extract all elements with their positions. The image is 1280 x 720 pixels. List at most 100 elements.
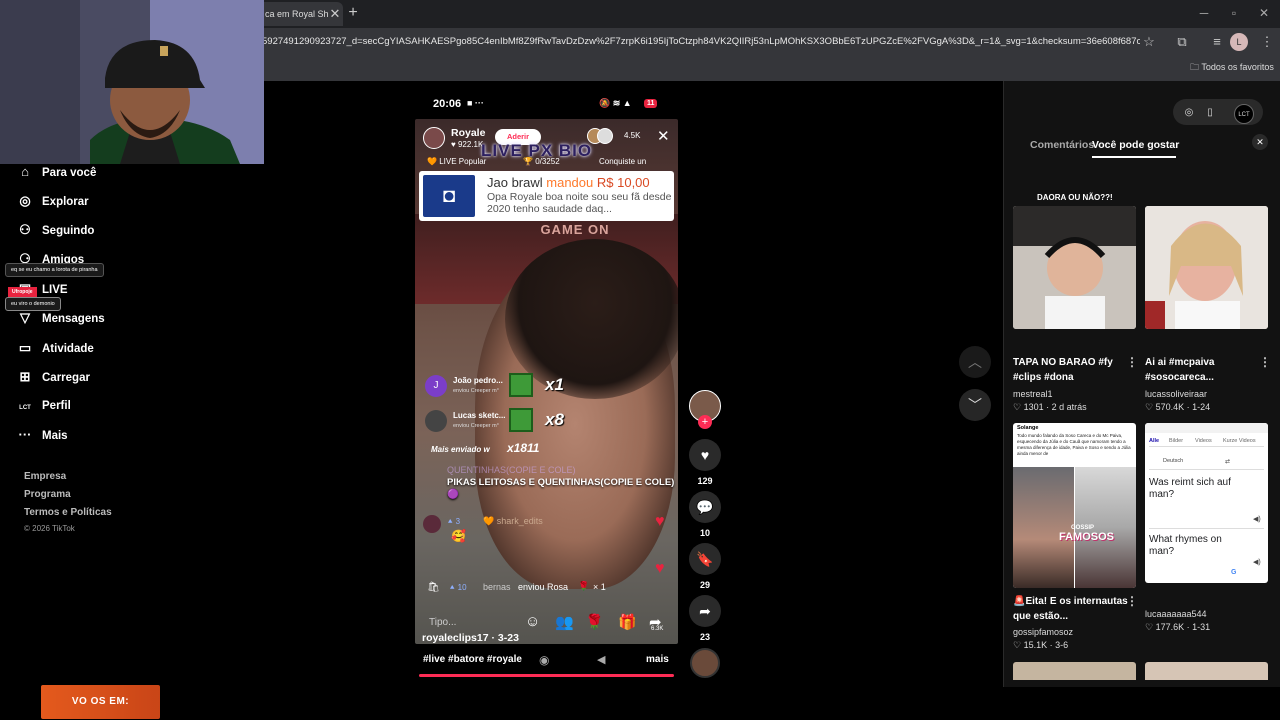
card-author[interactable]: lucassoliveiraar: [1145, 389, 1207, 399]
video-thumbnail[interactable]: [1145, 206, 1268, 329]
flame-icon: 🧡: [427, 157, 440, 166]
sidebar-item-explorar[interactable]: ◎ Explorar: [16, 190, 88, 212]
card-date: 3-6: [1055, 640, 1069, 650]
live-video-player[interactable]: GAME ON Royale ♥ 922.1K Aderir LIVE PX B…: [415, 119, 678, 644]
chevron-up-icon[interactable]: ︿: [959, 346, 991, 378]
video-thumbnail[interactable]: Solange Todo mundo falando da Soso Carec…: [1013, 423, 1136, 588]
card-more-icon[interactable]: ⋮: [1126, 355, 1138, 369]
live-popular-badge[interactable]: 🧡 LIVE Popular: [427, 157, 486, 166]
chevron-down-icon[interactable]: ﹀: [959, 389, 991, 421]
sidebar-item-perfil[interactable]: LCT Perfil: [16, 395, 71, 417]
chat-action: enviou Rosa: [518, 582, 569, 592]
speaker-icon: ◀): [1253, 559, 1261, 566]
host-avatar[interactable]: [423, 127, 445, 149]
live-popular-label: LIVE Popular: [439, 157, 487, 166]
sidebar-item-label: Mensagens: [42, 313, 105, 325]
user-avatar[interactable]: LCT: [1234, 104, 1254, 124]
share-button[interactable]: ➦: [689, 595, 721, 627]
host-name[interactable]: Royale: [451, 127, 485, 139]
news-brand: FAMOSOS: [1059, 531, 1115, 543]
back-nav-icon[interactable]: ◀: [597, 653, 605, 666]
profile-avatar[interactable]: L: [1230, 33, 1248, 51]
video-thumbnail[interactable]: Alle Bilder Videos Kurze Videos Deutsch …: [1145, 423, 1268, 583]
video-author[interactable]: royaleclips17 · 3-23: [422, 632, 519, 644]
comment-count: 10: [699, 528, 710, 538]
video-thumbnail[interactable]: [1013, 662, 1136, 680]
donation-alert: ◘ Jao brawl mandou R$ 10,00 Opa Royale b…: [419, 171, 674, 221]
media-icon[interactable]: ≡: [1206, 31, 1228, 53]
all-bookmarks[interactable]: 🗀 Todos os favoritos: [1190, 58, 1274, 76]
sidebar-item-seguindo[interactable]: ⚇ Seguindo: [16, 219, 94, 241]
like-button[interactable]: ♥: [689, 439, 721, 471]
phone-icon[interactable]: ▯: [1201, 104, 1219, 122]
like-count: 129: [697, 476, 713, 486]
sidebar-item-para-voc-[interactable]: ⌂ Para você: [16, 161, 96, 183]
card-author[interactable]: gossipfamosoz: [1013, 627, 1073, 637]
card-title[interactable]: TAPA NO BARAO #fy #clips #dona: [1013, 355, 1128, 385]
card-author[interactable]: lucaaaaaaa544: [1145, 609, 1207, 619]
stream-overlay-badge: Ufropoje: [8, 287, 37, 297]
more-caption-link[interactable]: mais: [646, 654, 669, 665]
conquiste-label[interactable]: Conquiste un: [599, 157, 646, 166]
card-author[interactable]: mestreal1: [1013, 389, 1053, 399]
sidebar-item-mais[interactable]: ··· Mais: [16, 424, 68, 446]
sidebar-item-carregar[interactable]: ⊞ Carregar: [16, 366, 90, 388]
video-thumbnail[interactable]: [1013, 206, 1136, 329]
people-icon[interactable]: 👥: [555, 613, 574, 631]
video-thumbnail[interactable]: [1145, 662, 1268, 680]
follow-plus-icon[interactable]: +: [698, 415, 712, 429]
close-live-icon[interactable]: ✕: [657, 127, 670, 145]
chat-message: PIKAS LEITOSAS E QUENTINHAS(COPIE E COLE…: [447, 477, 675, 500]
card-title[interactable]: Ai ai #mcpaiva #sosocareca...: [1145, 355, 1260, 385]
stream-overlay-tag: eq se eu chamo a lorota de piranha: [5, 263, 104, 277]
emoji-icon: 🥰: [451, 529, 466, 543]
footer-link-programa[interactable]: Programa: [24, 489, 71, 500]
rose-gift-icon[interactable]: 🌹: [585, 613, 604, 631]
creeper-gift-icon: [509, 408, 533, 432]
home-nav-icon[interactable]: ◉: [539, 653, 549, 667]
heart-small-icon: ♥: [451, 140, 458, 149]
card-title[interactable]: 🚨Eita! E os internautas que estão...: [1013, 594, 1128, 624]
music-disc-avatar[interactable]: [690, 648, 720, 678]
gift-bag-icon[interactable]: 🛍: [427, 582, 440, 593]
host-likes: ♥ 922.1K: [451, 140, 483, 149]
card-more-icon[interactable]: ⋮: [1126, 594, 1138, 608]
active-tab-underline: [1092, 156, 1176, 158]
bookmark-star-icon[interactable]: ☆: [1138, 31, 1160, 53]
gift-count: x8: [545, 410, 564, 429]
compass-icon: ◎: [19, 193, 31, 208]
floating-heart-icon: ♥: [655, 560, 665, 577]
sidebar-item-label: LIVE: [42, 284, 68, 296]
google-logo-icon: G: [1231, 569, 1237, 576]
footer-link-empresa[interactable]: Empresa: [24, 471, 66, 482]
sidebar-item-atividade[interactable]: ▭ Atividade: [16, 337, 94, 359]
url-field[interactable]: 5927491290923727_d=secCgYIASAHKAESPgo85C…: [262, 31, 1140, 53]
streamer-figure: [0, 0, 264, 164]
card-likes-count: 1301: [1023, 402, 1044, 412]
save-button[interactable]: 🔖: [689, 543, 721, 575]
compass-small-icon[interactable]: ◎: [1180, 104, 1198, 122]
extensions-icon[interactable]: ⧉: [1171, 31, 1193, 53]
tab-suggestions[interactable]: Você pode gostar: [1092, 139, 1179, 151]
viewer-avatars[interactable]: [587, 128, 619, 146]
close-panel-icon[interactable]: ✕: [1252, 134, 1268, 150]
minimize-icon[interactable]: ─: [1194, 4, 1214, 22]
comment-button[interactable]: 💬: [689, 491, 721, 523]
menu-kebab-icon[interactable]: ⋮: [1256, 31, 1278, 53]
footer-link-terms[interactable]: Termos e Políticas: [24, 507, 112, 518]
restore-icon[interactable]: ▫: [1224, 4, 1244, 22]
chat-username: 🧡 shark_edits: [483, 516, 543, 526]
video-hashtags[interactable]: #live #batore #royale: [423, 654, 522, 665]
tab-comments[interactable]: Comentários: [1030, 139, 1094, 151]
video-progress-bar[interactable]: [419, 674, 674, 677]
window-close-icon[interactable]: ✕: [1254, 4, 1274, 22]
tab-close-icon[interactable]: ✕: [326, 5, 344, 23]
gift-box-icon[interactable]: 🎁: [618, 613, 637, 631]
emoji-button-icon[interactable]: ☺: [525, 613, 540, 630]
donation-message: Opa Royale boa noite sou seu fã desde 20…: [487, 191, 672, 215]
level-value: 10: [457, 583, 467, 592]
save-count: 29: [699, 580, 710, 590]
comment-input[interactable]: Tipo...: [429, 617, 456, 628]
card-more-icon[interactable]: ⋮: [1259, 355, 1271, 369]
new-tab-icon[interactable]: +: [344, 4, 362, 22]
